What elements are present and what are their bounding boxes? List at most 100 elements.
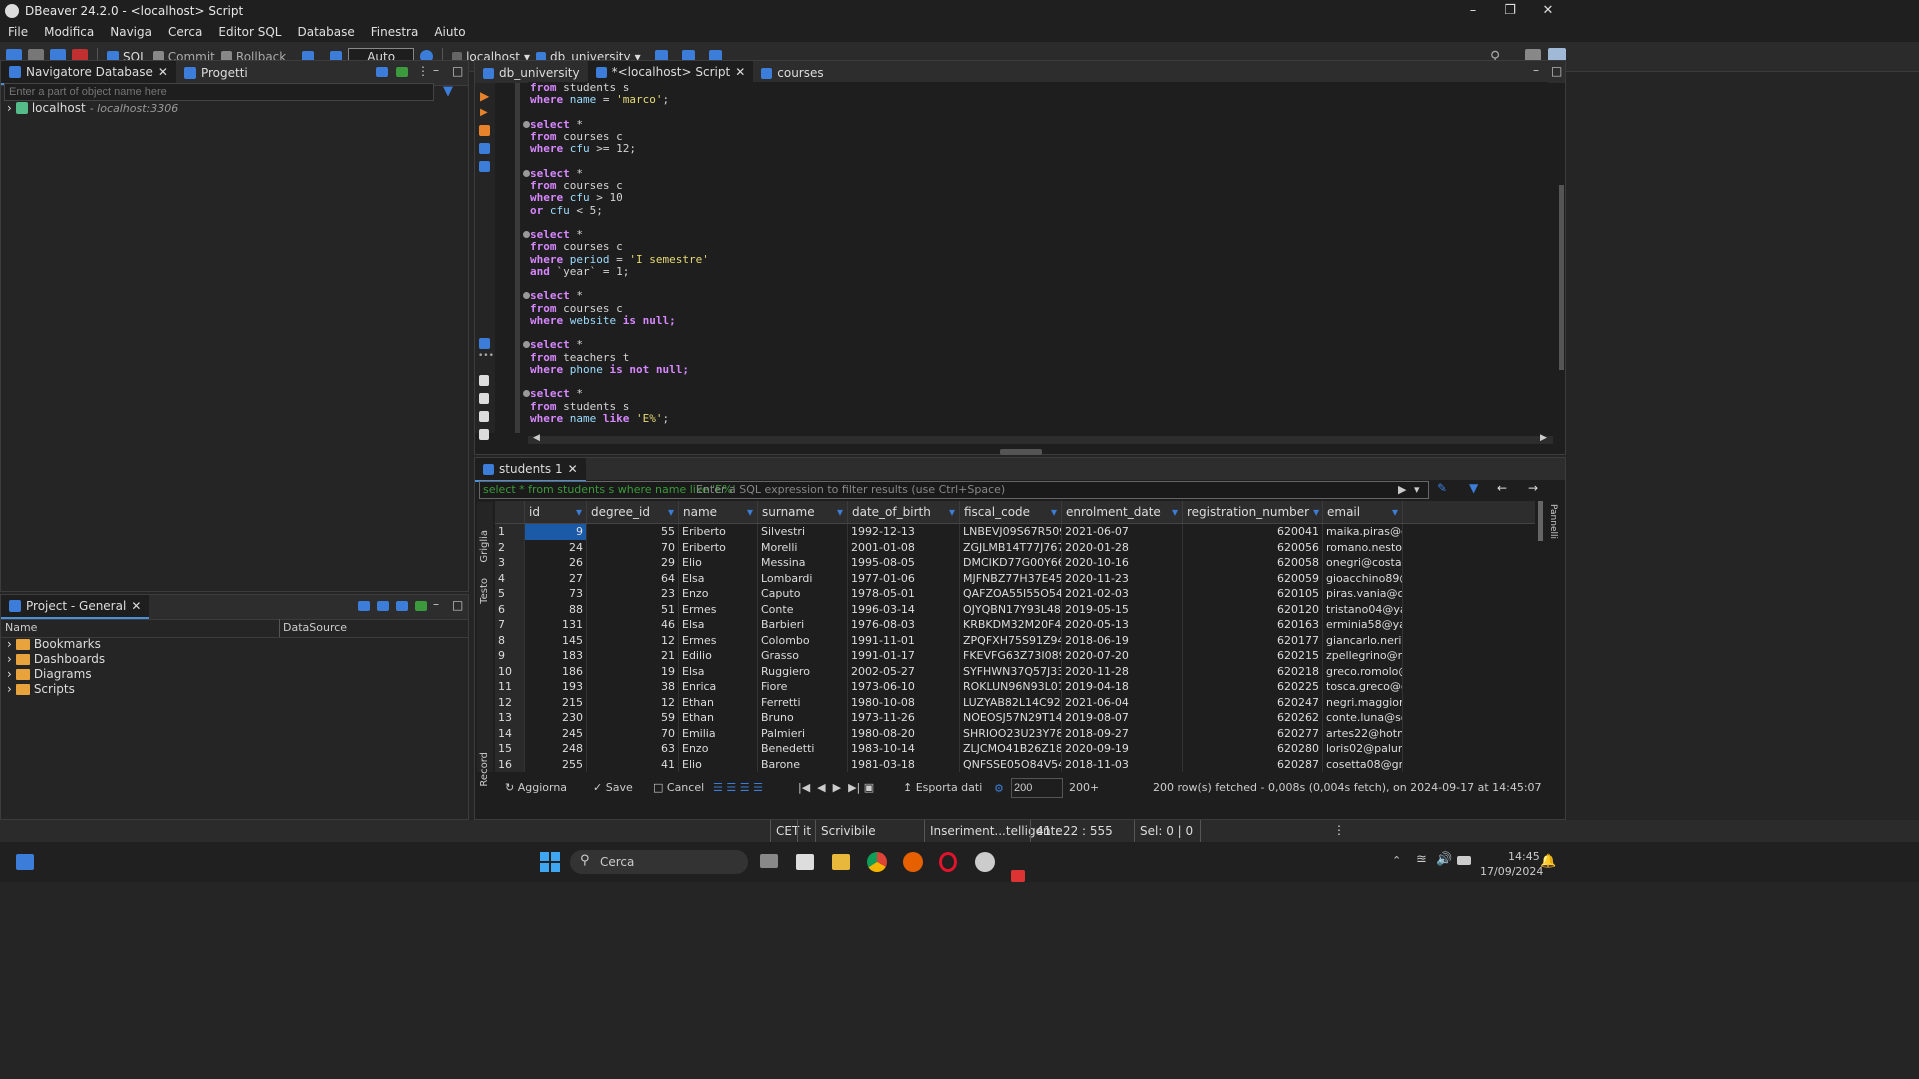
view-record-tab[interactable]: Record: [479, 752, 490, 787]
row-number[interactable]: 2: [495, 539, 525, 555]
filter-options-icon[interactable]: ▼: [1469, 481, 1478, 495]
editor-vertical-scrollbar[interactable]: [1559, 185, 1564, 370]
results-toggle-handle[interactable]: [1000, 449, 1042, 455]
new-script-icon[interactable]: [479, 375, 489, 386]
row-number[interactable]: 4: [495, 570, 525, 586]
table-cell[interactable]: 1976-08-03: [848, 617, 960, 633]
menu-modifica[interactable]: Modifica: [36, 25, 102, 39]
grid-vertical-scrollbar[interactable]: [1538, 501, 1543, 541]
table-cell[interactable]: 63: [587, 741, 679, 757]
chevron-right-icon[interactable]: ›: [7, 682, 12, 696]
maximize-view-icon[interactable]: □: [1551, 64, 1562, 78]
table-cell[interactable]: KRBKDM32M20F494N: [960, 617, 1062, 633]
link-icon[interactable]: [415, 601, 427, 611]
link-editor-icon[interactable]: [396, 67, 408, 77]
table-cell[interactable]: QAFZOA55I55O541R: [960, 586, 1062, 602]
column-header-registration-number[interactable]: registration_number ▾: [1183, 501, 1323, 523]
table-row[interactable]: 7 131 46 Elsa Barbieri 1976-08-03 KRBKDM32M20F…: [495, 617, 1535, 633]
menu-database[interactable]: Database: [289, 25, 362, 39]
sql-code-area[interactable]: from students s where name = 'marco'; sele…: [523, 82, 1548, 432]
table-cell[interactable]: 70: [587, 725, 679, 741]
notification-bell-icon[interactable]: 🔔: [1540, 854, 1556, 869]
table-cell[interactable]: 70: [587, 539, 679, 555]
cancel-button[interactable]: □ Cancel: [653, 781, 704, 794]
table-cell[interactable]: 21: [587, 648, 679, 664]
table-cell[interactable]: 1973-11-26: [848, 710, 960, 726]
close-icon[interactable]: ✕: [158, 65, 168, 79]
table-row[interactable]: 32629ElioMessina1995-08-05DMCIKD77G00Y66…: [495, 555, 1535, 571]
table-cell[interactable]: 2020-01-28: [1062, 539, 1183, 555]
table-cell[interactable]: 1991-11-01: [848, 632, 960, 648]
table-cell[interactable]: Lombardi: [758, 570, 848, 586]
table-row[interactable]: 16 255 41 Elio Barone 1981-03-18 QNFSSE05O84V5…: [495, 756, 1535, 772]
row-number[interactable]: 3: [495, 555, 525, 571]
table-cell[interactable]: 1973-06-10: [848, 679, 960, 695]
editor-horizontal-scrollbar[interactable]: ◀ ▶: [528, 433, 1553, 444]
table-cell[interactable]: 2021-06-04: [1062, 694, 1183, 710]
chevron-up-icon[interactable]: ⌃: [1392, 854, 1401, 867]
table-cell[interactable]: 12: [587, 694, 679, 710]
table-cell[interactable]: 215: [525, 694, 587, 710]
tab-navigatore-database[interactable]: Navigatore Database ✕: [1, 61, 176, 85]
table-cell[interactable]: Conte: [758, 601, 848, 617]
execute-new-tab-icon[interactable]: ▶: [480, 107, 488, 118]
table-cell[interactable]: 64: [587, 570, 679, 586]
table-row[interactable]: 14 245 70 Emilia Palmieri 1980-08-20 SHRIOO23U…: [495, 725, 1535, 741]
table-cell[interactable]: 1991-01-17: [848, 648, 960, 664]
close-icon[interactable]: ✕: [131, 599, 141, 613]
table-cell[interactable]: FKEVFG63Z73I089D: [960, 648, 1062, 664]
table-cell[interactable]: tosca.greco@de: [1323, 679, 1403, 695]
table-cell[interactable]: 620262: [1183, 710, 1323, 726]
table-cell[interactable]: 24: [525, 539, 587, 555]
table-cell[interactable]: 620218: [1183, 663, 1323, 679]
table-cell[interactable]: Fiore: [758, 679, 848, 695]
minimize-view-icon[interactable]: –: [1533, 63, 1539, 77]
table-cell[interactable]: greco.romolo@g: [1323, 663, 1403, 679]
table-cell[interactable]: Ethan: [679, 694, 758, 710]
table-cell[interactable]: 26: [525, 555, 587, 571]
table-cell[interactable]: onegri@costanti: [1323, 555, 1403, 571]
table-row[interactable]: 2 24 70 Eriberto Morelli 2001-01-08 ZGJLMB14T7…: [495, 539, 1535, 555]
table-cell[interactable]: 2018-11-03: [1062, 756, 1183, 772]
table-cell[interactable]: Bruno: [758, 710, 848, 726]
opera-icon[interactable]: [939, 852, 957, 872]
column-menu-icon[interactable]: ▾: [837, 505, 843, 519]
table-cell[interactable]: loris02@palumb: [1323, 741, 1403, 757]
wifi-icon[interactable]: ≊: [1416, 852, 1427, 867]
table-cell[interactable]: 2019-05-15: [1062, 601, 1183, 617]
chevron-right-icon[interactable]: ›: [7, 652, 12, 666]
grid-corner[interactable]: [495, 501, 525, 523]
col-datasource-header[interactable]: DataSource: [283, 621, 347, 634]
table-cell[interactable]: 1995-08-05: [848, 555, 960, 571]
table-cell[interactable]: 620277: [1183, 725, 1323, 741]
row-number[interactable]: 16: [495, 756, 525, 772]
table-cell[interactable]: Enzo: [679, 586, 758, 602]
table-cell[interactable]: Ruggiero: [758, 663, 848, 679]
chevron-right-icon[interactable]: ›: [7, 667, 12, 681]
column-menu-icon[interactable]: ▾: [747, 505, 753, 519]
table-cell[interactable]: 2018-09-27: [1062, 725, 1183, 741]
clear-filter-icon[interactable]: ✎: [1437, 481, 1447, 495]
fetch-size-input[interactable]: [1011, 778, 1063, 798]
save-button[interactable]: ✓ Save: [593, 781, 633, 794]
column-menu-icon[interactable]: ▾: [1392, 505, 1398, 519]
table-cell[interactable]: 1992-12-13: [848, 524, 960, 540]
terminal-icon[interactable]: [479, 161, 490, 172]
configure-icon[interactable]: [358, 601, 370, 611]
table-cell[interactable]: 59: [587, 710, 679, 726]
table-cell[interactable]: ROKLUN96N93L017R: [960, 679, 1062, 695]
table-cell[interactable]: Silvestri: [758, 524, 848, 540]
table-row[interactable]: 12 215 12 Ethan Ferretti 1980-10-08 LUZYAB82L1…: [495, 694, 1535, 710]
col-name-header[interactable]: Name: [5, 621, 37, 634]
table-cell[interactable]: 51: [587, 601, 679, 617]
calendar-app-icon[interactable]: [1011, 870, 1025, 882]
table-cell[interactable]: Ermes: [679, 632, 758, 648]
table-cell[interactable]: 27: [525, 570, 587, 586]
table-cell[interactable]: maika.piras@gm: [1323, 524, 1403, 540]
table-cell[interactable]: 2021-06-07: [1062, 524, 1183, 540]
project-item-scripts[interactable]: › Scripts: [7, 680, 75, 698]
table-cell[interactable]: 55: [587, 524, 679, 540]
table-cell[interactable]: 620280: [1183, 741, 1323, 757]
table-cell[interactable]: gioacchino89@r: [1323, 570, 1403, 586]
table-cell[interactable]: Elio: [679, 555, 758, 571]
